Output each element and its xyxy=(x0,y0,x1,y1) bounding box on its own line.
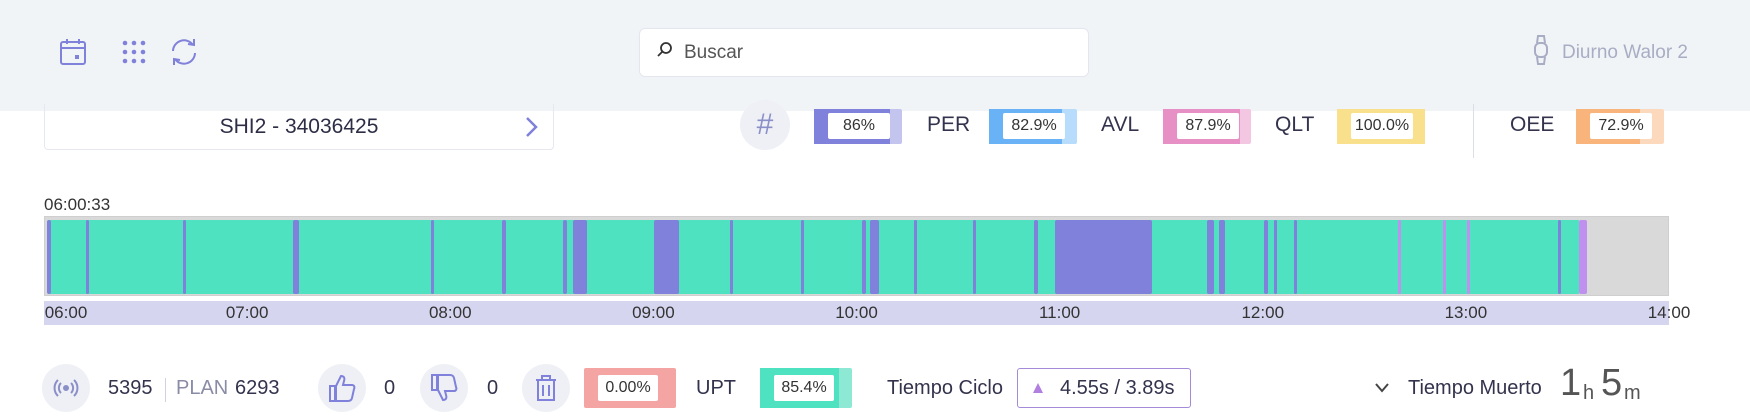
timeline-stop-segment[interactable] xyxy=(730,220,733,294)
upt-gauge: 85.4% xyxy=(760,368,852,408)
oee-value: 72.9% xyxy=(1590,113,1652,139)
timeline-stop-segment[interactable] xyxy=(870,220,879,294)
oee-gauge: 72.9% xyxy=(1576,109,1664,144)
hash-icon: # xyxy=(740,100,790,150)
produced-count: 5395 xyxy=(108,377,153,399)
bottom-bar: 5395 PLAN 6293 0 0 0.00% UPT 85.4% Tiemp… xyxy=(0,362,1750,414)
timeline-stop-segment[interactable] xyxy=(563,220,567,294)
good-count: 0 xyxy=(384,377,396,399)
timeline-tick-label: 12:00 xyxy=(1241,303,1285,322)
timeline-stop-segment[interactable] xyxy=(914,220,917,294)
timeline-stop-segment[interactable] xyxy=(431,220,434,294)
plan-label: PLAN xyxy=(176,377,229,399)
top-bar: Diurno Walor 2 xyxy=(0,0,1750,111)
trash-icon[interactable] xyxy=(522,364,570,412)
plan-value: 6293 xyxy=(235,377,280,399)
production-timeline[interactable] xyxy=(44,216,1669,296)
chevron-right-icon xyxy=(521,114,541,146)
order-label: SHI2 - 34036425 xyxy=(219,114,379,138)
avl-gauge: 87.9% xyxy=(1163,109,1251,144)
timeline-stop-segment[interactable] xyxy=(1071,220,1152,294)
timeline-running-segment[interactable] xyxy=(48,220,1579,294)
timeline-stop-segment[interactable] xyxy=(654,220,679,294)
cycle-time-value: 4.55s / 3.89s xyxy=(1060,376,1175,399)
qlt-value: 100.0% xyxy=(1351,113,1413,139)
search-input[interactable] xyxy=(684,41,1064,64)
timeline-stop-segment[interactable] xyxy=(862,220,866,294)
timeline-stop-segment[interactable] xyxy=(1398,220,1401,294)
timeline-stop-segment[interactable] xyxy=(502,220,506,294)
search-box[interactable] xyxy=(639,28,1089,77)
timeline-tick-label: 08:00 xyxy=(428,303,472,322)
timeline-stop-segment[interactable] xyxy=(1579,220,1587,294)
timeline-stop-segment[interactable] xyxy=(1034,220,1038,294)
apps-grid-icon[interactable] xyxy=(116,34,152,70)
thumbs-down-icon[interactable] xyxy=(420,364,468,412)
dead-time-minutes-unit: m xyxy=(1624,382,1641,404)
sensor-icon xyxy=(42,364,90,412)
timeline-tick-label: 13:00 xyxy=(1444,303,1488,322)
timeline-stop-segment[interactable] xyxy=(183,220,186,294)
timeline-stop-segment[interactable] xyxy=(801,220,804,294)
upt-value: 85.4% xyxy=(774,375,834,401)
timeline-stop-segment[interactable] xyxy=(1294,220,1297,294)
hash-value: 86% xyxy=(828,113,890,139)
timeline-tick-label: 14:00 xyxy=(1647,303,1691,322)
thumbs-up-icon[interactable] xyxy=(318,364,366,412)
shift-selector[interactable]: Diurno Walor 2 xyxy=(1532,34,1688,72)
timeline-tick-label: 11:00 xyxy=(1038,303,1081,322)
oee-label: OEE xyxy=(1510,113,1555,136)
timeline-stop-segment[interactable] xyxy=(973,220,976,294)
timeline-stop-segment[interactable] xyxy=(86,220,89,294)
avl-value: 87.9% xyxy=(1177,113,1239,139)
timeline-tick-label: 09:00 xyxy=(632,303,675,322)
triangle-up-icon xyxy=(1032,377,1044,400)
scrap-rate-badge: 0.00% xyxy=(584,368,676,408)
shift-name: Diurno Walor 2 xyxy=(1561,42,1688,63)
hash-gauge: 86% xyxy=(814,109,902,144)
search-icon xyxy=(656,41,674,64)
timeline-stop-segment[interactable] xyxy=(1274,220,1277,294)
timeline-stop-segment[interactable] xyxy=(1264,220,1268,294)
dead-time-minutes: 5 xyxy=(1601,362,1623,404)
timeline-tick-label: 07:00 xyxy=(225,303,269,322)
timeline-stop-segment[interactable] xyxy=(1207,220,1214,294)
timeline-stop-segment[interactable] xyxy=(1219,220,1225,294)
timeline-start-time: 06:00:33 xyxy=(44,195,111,214)
timeline-stop-segment[interactable] xyxy=(1443,220,1446,294)
dead-time-label: Tiempo Muerto xyxy=(1408,377,1542,399)
timeline-stop-segment[interactable] xyxy=(1467,220,1470,294)
per-gauge: 82.9% xyxy=(989,109,1077,144)
divider xyxy=(165,378,166,402)
upt-label: UPT xyxy=(696,377,736,399)
bad-count: 0 xyxy=(487,377,499,399)
timeline-stop-segment[interactable] xyxy=(293,220,299,294)
dead-time-hours-unit: h xyxy=(1583,382,1595,404)
cycle-time-box: 4.55s / 3.89s xyxy=(1017,368,1191,408)
chevron-down-icon[interactable] xyxy=(1373,378,1391,403)
per-label: PER xyxy=(927,113,971,136)
refresh-icon[interactable] xyxy=(166,34,202,70)
cycle-time-label: Tiempo Ciclo xyxy=(887,377,1003,399)
timeline-stop-segment[interactable] xyxy=(47,220,51,294)
scrap-rate-value: 0.00% xyxy=(598,375,658,401)
watch-icon xyxy=(1532,34,1550,72)
metrics-divider xyxy=(1473,104,1474,158)
timeline-tick-label: 06:00 xyxy=(44,303,88,322)
dead-time-hours: 1 xyxy=(1560,362,1582,404)
qlt-gauge: 100.0% xyxy=(1337,109,1425,144)
timeline-stop-segment[interactable] xyxy=(573,220,587,294)
calendar-icon[interactable] xyxy=(55,34,91,70)
qlt-label: QLT xyxy=(1275,113,1315,136)
order-selector[interactable]: SHI2 - 34036425 xyxy=(44,104,554,150)
timeline-stop-segment[interactable] xyxy=(1558,220,1561,294)
timeline-tick-label: 10:00 xyxy=(835,303,878,322)
per-value: 82.9% xyxy=(1003,113,1065,139)
avl-label: AVL xyxy=(1101,113,1140,136)
